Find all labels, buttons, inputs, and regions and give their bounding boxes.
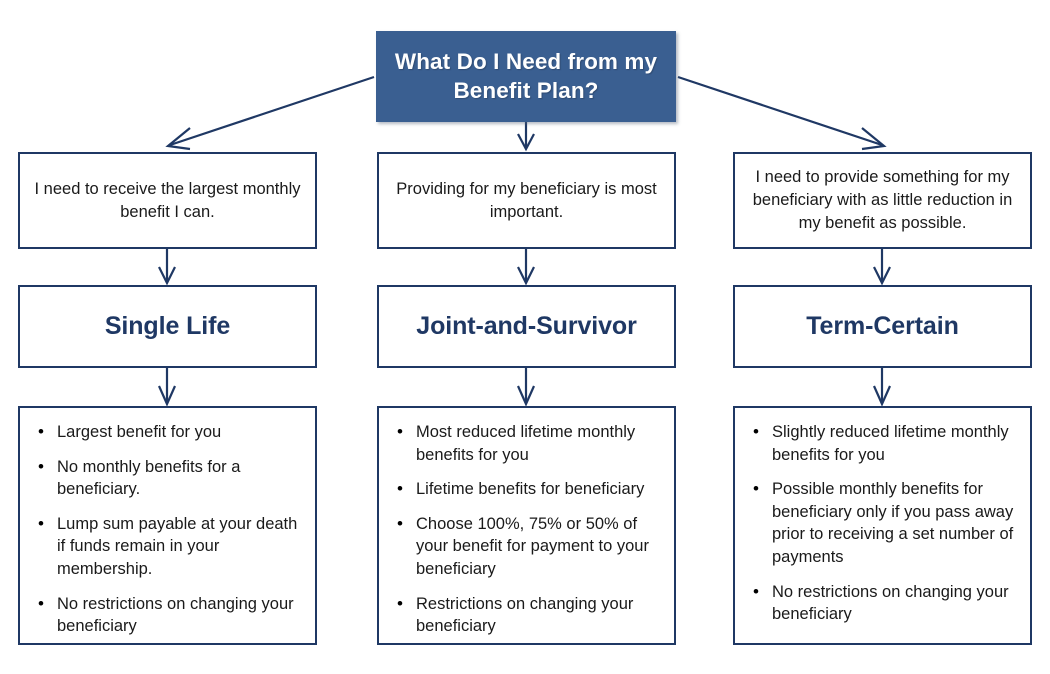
- list-item: Lifetime benefits for beneficiary: [389, 477, 662, 501]
- details-box-joint-and-survivor: Most reduced lifetime monthly benefits f…: [377, 406, 676, 645]
- arrowhead-right-condition-to-plan: [873, 266, 891, 286]
- plan-box-joint-and-survivor: Joint-and-Survivor: [377, 285, 676, 368]
- plan-name: Joint-and-Survivor: [416, 312, 637, 340]
- arrowhead-root-to-middle: [517, 133, 535, 152]
- arrowhead-root-to-left: [165, 127, 191, 151]
- connector-root-to-right: [677, 75, 883, 147]
- list-item: Lump sum payable at your death if funds …: [30, 512, 303, 581]
- plan-name: Term-Certain: [806, 312, 959, 340]
- arrowhead-root-to-right: [861, 127, 887, 151]
- list-item: Choose 100%, 75% or 50% of your benefit …: [389, 512, 662, 581]
- plan-name: Single Life: [104, 312, 231, 340]
- details-list: Slightly reduced lifetime monthly benefi…: [735, 408, 1030, 638]
- arrowhead-left-condition-to-plan: [158, 266, 176, 286]
- root-question-text: What Do I Need from my Benefit Plan?: [394, 48, 658, 103]
- connector-root-to-left: [169, 75, 375, 147]
- list-item: Slightly reduced lifetime monthly benefi…: [745, 420, 1018, 466]
- list-item: No restrictions on changing your benefic…: [745, 580, 1018, 626]
- details-list: Largest benefit for you No monthly benefi…: [20, 408, 315, 650]
- arrowhead-middle-plan-to-details: [516, 385, 536, 407]
- arrowhead-left-plan-to-details: [157, 385, 177, 407]
- condition-text: Providing for my beneficiary is most imp…: [396, 179, 657, 221]
- flowchart-canvas: What Do I Need from my Benefit Plan? I n…: [0, 0, 1050, 674]
- details-box-term-certain: Slightly reduced lifetime monthly benefi…: [733, 406, 1032, 645]
- details-box-single-life: Largest benefit for you No monthly benefi…: [18, 406, 317, 645]
- list-item: Largest benefit for you: [30, 420, 303, 444]
- list-item: Possible monthly benefits for beneficiar…: [745, 477, 1018, 568]
- condition-text: I need to receive the largest monthly be…: [34, 179, 301, 221]
- list-item: Most reduced lifetime monthly benefits f…: [389, 420, 662, 466]
- plan-box-single-life: Single Life: [18, 285, 317, 368]
- details-list: Most reduced lifetime monthly benefits f…: [379, 408, 674, 650]
- list-item: Restrictions on changing your beneficiar…: [389, 592, 662, 638]
- arrowhead-middle-condition-to-plan: [517, 266, 535, 286]
- condition-text: I need to provide something for my benef…: [752, 168, 1013, 232]
- condition-box-single-life: I need to receive the largest monthly be…: [18, 152, 317, 249]
- root-question-box: What Do I Need from my Benefit Plan?: [376, 31, 676, 122]
- condition-box-term-certain: I need to provide something for my benef…: [733, 152, 1032, 249]
- plan-box-term-certain: Term-Certain: [733, 285, 1032, 368]
- arrowhead-right-plan-to-details: [872, 385, 892, 407]
- list-item: No monthly benefits for a beneficiary.: [30, 455, 303, 501]
- condition-box-joint-and-survivor: Providing for my beneficiary is most imp…: [377, 152, 676, 249]
- list-item: No restrictions on changing your benefic…: [30, 592, 303, 638]
